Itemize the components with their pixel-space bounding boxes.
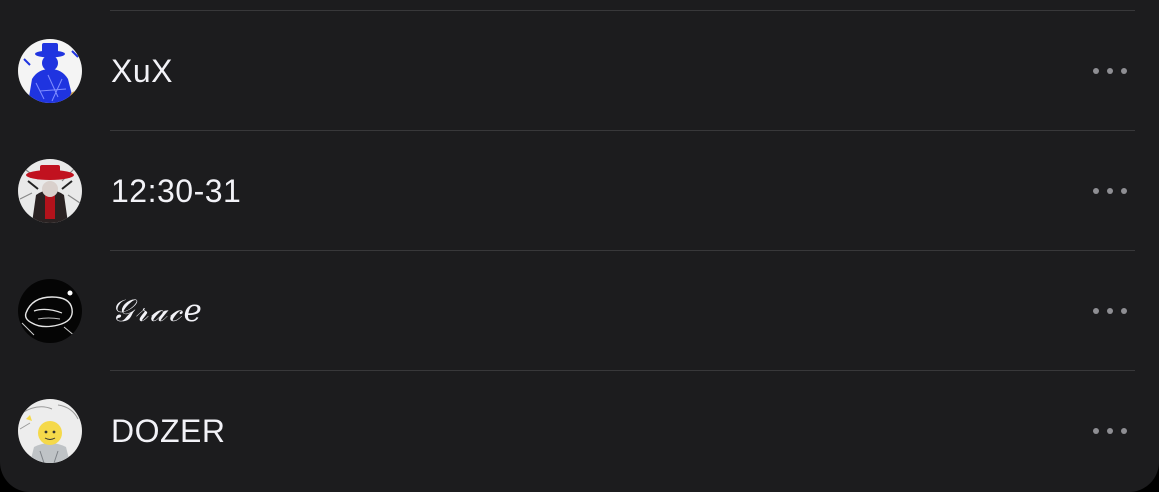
contact-name: DOZER — [111, 413, 226, 449]
more-options-button[interactable] — [1093, 421, 1127, 441]
contact-name: 12:30-31 — [111, 173, 242, 209]
avatar[interactable] — [18, 279, 82, 343]
black-sketch-avatar-icon — [18, 279, 82, 343]
contact-row-dozer[interactable]: DOZER — [0, 371, 1159, 491]
blue-figure-avatar-icon — [18, 39, 82, 103]
contact-list: XuX 12:30-31 𝒢𝓇𝒶𝒸𝑒 DOZER — [0, 11, 1159, 491]
more-options-button[interactable] — [1093, 181, 1127, 201]
contact-list-panel: XuX 12:30-31 𝒢𝓇𝒶𝒸𝑒 DOZER — [0, 0, 1159, 492]
more-options-button[interactable] — [1093, 61, 1127, 81]
avatar[interactable] — [18, 399, 82, 463]
avatar[interactable] — [18, 39, 82, 103]
contact-name: 𝒢𝓇𝒶𝒸𝑒 — [111, 293, 204, 329]
more-horizontal-icon — [1093, 428, 1099, 434]
more-horizontal-icon — [1093, 188, 1099, 194]
contact-row-1230-31[interactable]: 12:30-31 — [0, 131, 1159, 251]
more-options-button[interactable] — [1093, 301, 1127, 321]
contact-name: XuX — [111, 53, 173, 89]
contact-row-xux[interactable]: XuX — [0, 11, 1159, 131]
contact-row-grace[interactable]: 𝒢𝓇𝒶𝒸𝑒 — [0, 251, 1159, 371]
more-horizontal-icon — [1093, 308, 1099, 314]
avatar[interactable] — [18, 159, 82, 223]
yellow-face-sketch-avatar-icon — [18, 399, 82, 463]
red-hat-figure-avatar-icon — [18, 159, 82, 223]
more-horizontal-icon — [1093, 68, 1099, 74]
